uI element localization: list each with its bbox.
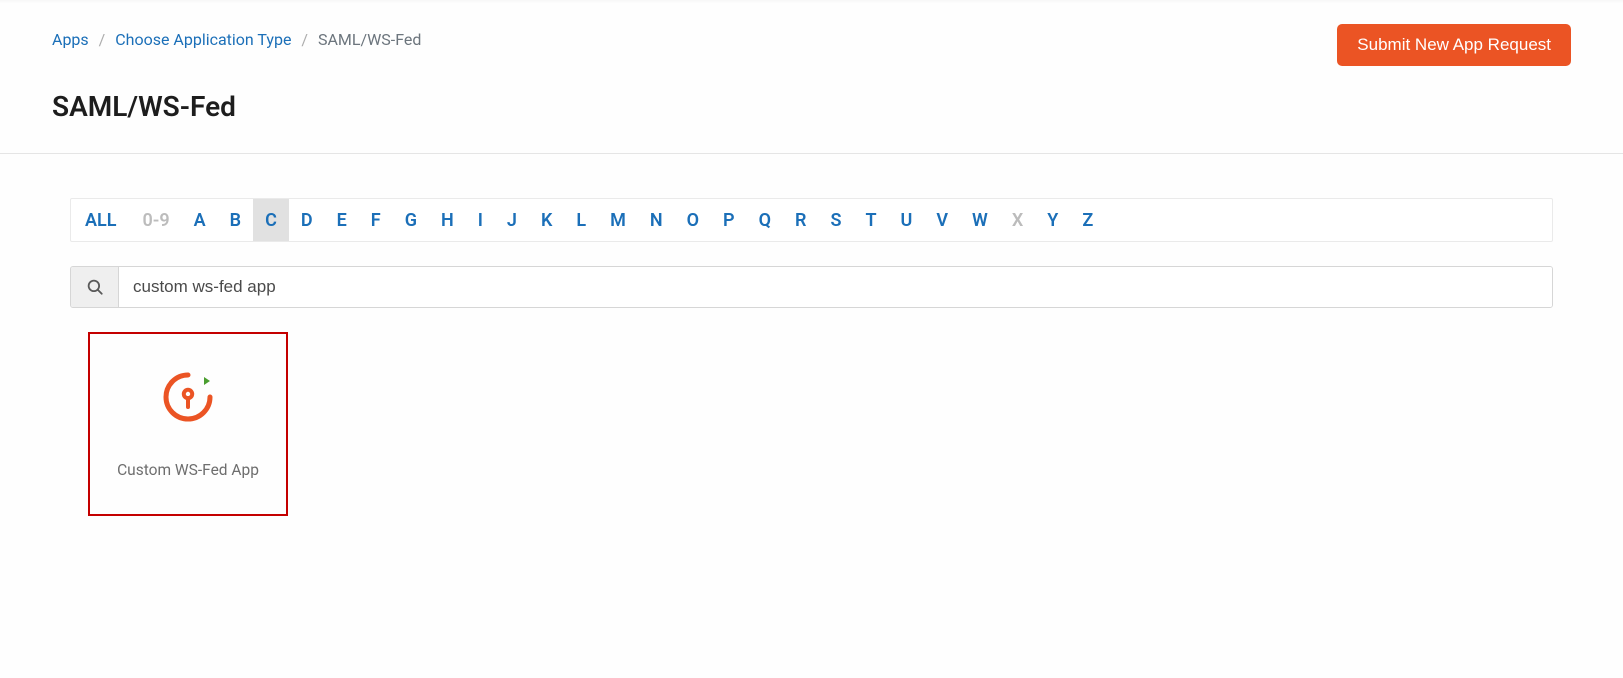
filter-c[interactable]: C [253,199,289,241]
filter-v[interactable]: V [924,199,960,241]
filter-j[interactable]: J [495,199,529,241]
filter-o[interactable]: O [675,199,711,241]
filter-p[interactable]: P [711,199,747,241]
search-row [70,266,1553,308]
filter-f[interactable]: F [359,199,393,241]
filter-m[interactable]: M [598,199,638,241]
submit-new-app-request-button[interactable]: Submit New App Request [1337,24,1571,66]
filter-a[interactable]: A [182,199,218,241]
alpha-filter-bar: ALL 0-9ABCDEFGHIJKLMNOPQRSTUVWXYZ [70,198,1553,242]
filter-q[interactable]: Q [747,199,783,241]
filter-b[interactable]: B [218,199,253,241]
filter-n[interactable]: N [638,199,675,241]
filter-i[interactable]: I [466,199,495,241]
filter-k[interactable]: K [529,199,564,241]
page-title: SAML/WS-Fed [52,90,1571,123]
breadcrumb-separator: / [301,30,308,49]
filter-z[interactable]: Z [1070,199,1105,241]
search-icon [71,267,119,307]
filter-r[interactable]: R [783,199,818,241]
filter-u[interactable]: U [889,199,925,241]
filter-l[interactable]: L [564,199,598,241]
breadcrumb-current: SAML/WS-Fed [318,30,421,49]
app-card-custom-ws-fed[interactable]: Custom WS-Fed App [88,332,288,516]
filter-g[interactable]: G [393,199,429,241]
filter-h[interactable]: H [429,199,466,241]
app-card-label: Custom WS-Fed App [117,461,259,479]
filter-all[interactable]: ALL [71,199,130,241]
filter-e[interactable]: E [325,199,359,241]
lock-circle-icon [160,369,216,425]
filter-y[interactable]: Y [1035,199,1070,241]
filter-t[interactable]: T [853,199,888,241]
breadcrumb: Apps / Choose Application Type / SAML/WS… [52,24,421,49]
results-grid: Custom WS-Fed App [70,332,1553,516]
filter-x: X [1000,199,1035,241]
filter-d[interactable]: D [289,199,325,241]
filter-w[interactable]: W [960,199,1000,241]
filter-s[interactable]: S [818,199,853,241]
filter-0-9: 0-9 [130,199,181,241]
breadcrumb-apps[interactable]: Apps [52,30,89,49]
search-input[interactable] [119,267,1552,307]
breadcrumb-separator: / [99,30,106,49]
breadcrumb-choose-app-type[interactable]: Choose Application Type [115,30,291,49]
